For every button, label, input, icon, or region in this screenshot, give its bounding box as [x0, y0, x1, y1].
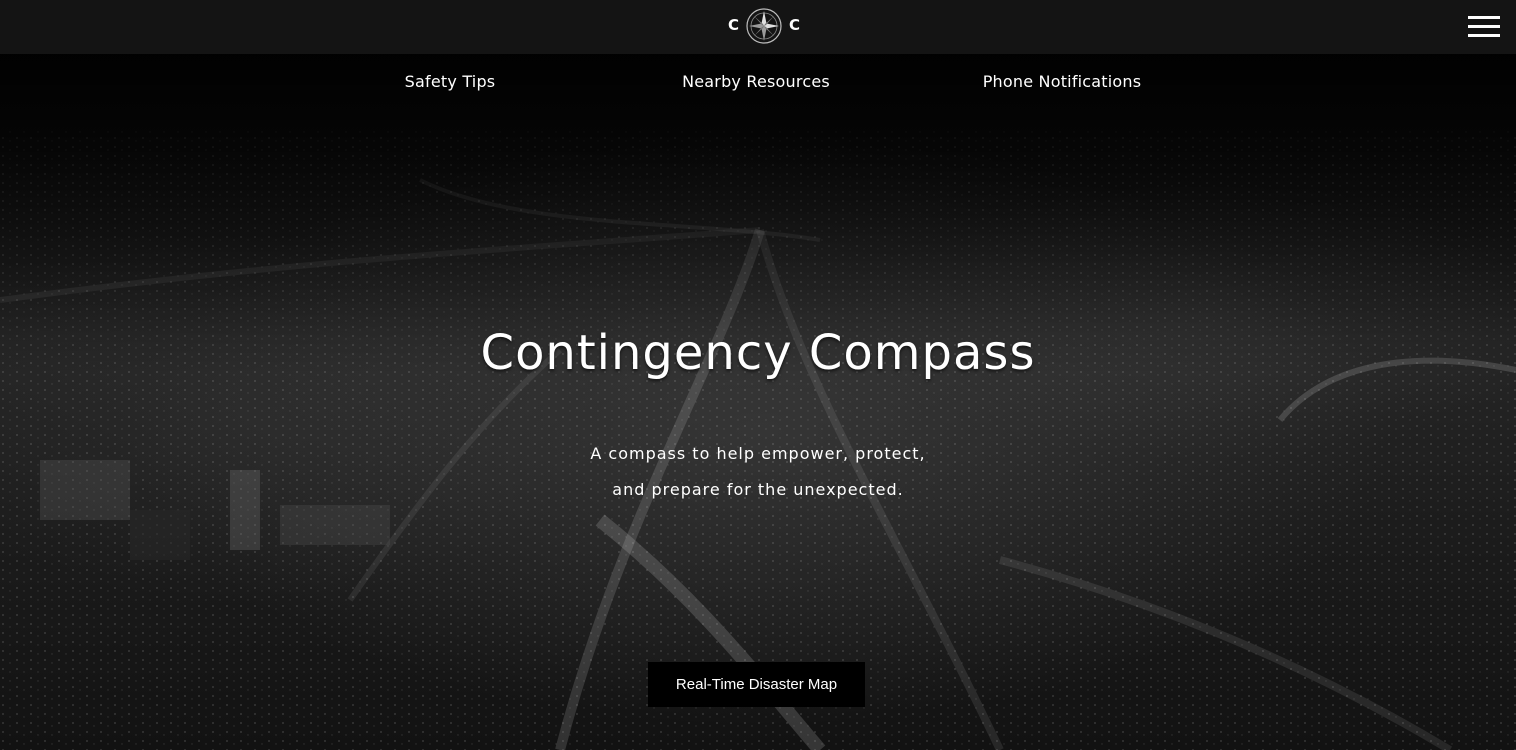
menu-bar	[1468, 34, 1500, 37]
hero-subtitle-line-1: A compass to help empower, protect,	[590, 444, 926, 463]
hamburger-menu-icon[interactable]	[1468, 16, 1500, 38]
logo-letter-left: C	[728, 16, 740, 34]
hero-title: Contingency Compass	[480, 325, 1036, 381]
menu-bar	[1468, 25, 1500, 28]
top-bar: C C	[0, 0, 1516, 54]
nav-link-phone-notifications[interactable]: Phone Notifications	[912, 70, 1212, 94]
nav-link-safety-tips[interactable]: Safety Tips	[300, 70, 600, 94]
site-logo[interactable]: C C	[726, 6, 802, 46]
compass-rose-icon	[746, 8, 782, 44]
real-time-disaster-map-button[interactable]: Real-Time Disaster Map	[648, 662, 865, 707]
logo-letter-right: C	[789, 16, 801, 34]
menu-bar	[1468, 16, 1500, 19]
nav-link-nearby-resources[interactable]: Nearby Resources	[606, 70, 906, 94]
hero-subtitle: A compass to help empower, protect, and …	[458, 436, 1058, 508]
hero-subtitle-line-2: and prepare for the unexpected.	[612, 480, 904, 499]
